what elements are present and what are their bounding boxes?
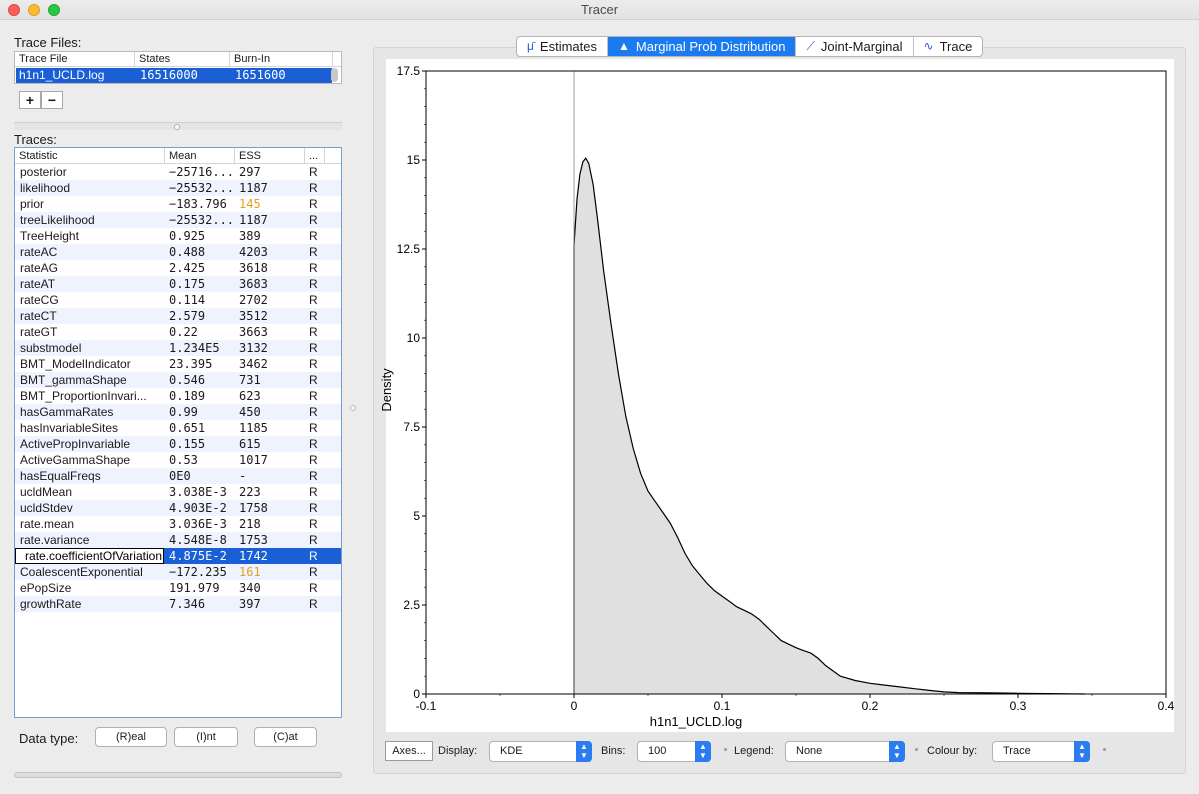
chevron-updown-icon: ▲ ▼ bbox=[695, 741, 711, 762]
bins-select[interactable]: 100 ▲ ▼ bbox=[637, 741, 711, 762]
y-tick-label: 7.5 bbox=[403, 420, 420, 434]
separator-dot bbox=[915, 748, 918, 751]
plot-frame bbox=[425, 70, 1167, 695]
x-axis-label: h1n1_UCLD.log bbox=[650, 714, 743, 729]
colour-by-label: Colour by: bbox=[927, 745, 978, 757]
chevron-updown-icon: ▲ ▼ bbox=[576, 741, 592, 762]
chevron-updown-icon: ▲ ▼ bbox=[889, 741, 905, 762]
legend-label: Legend: bbox=[734, 745, 774, 757]
y-axis-label: Density bbox=[379, 368, 394, 412]
y-tick-label: 2.5 bbox=[403, 598, 420, 612]
separator-dot bbox=[724, 748, 727, 751]
colour-by-select[interactable]: Trace ▲ ▼ bbox=[992, 741, 1090, 762]
y-tick-label: 17.5 bbox=[397, 64, 421, 78]
y-tick-label: 12.5 bbox=[397, 242, 421, 256]
legend-select[interactable]: None ▲ ▼ bbox=[785, 741, 905, 762]
x-tick-label: -0.1 bbox=[416, 699, 437, 713]
x-tick-label: 0.4 bbox=[1158, 699, 1175, 713]
x-tick-label: 0.2 bbox=[862, 699, 879, 713]
x-tick-label: 0.3 bbox=[1010, 699, 1027, 713]
chevron-updown-icon: ▲ ▼ bbox=[1074, 741, 1090, 762]
y-tick-label: 10 bbox=[407, 331, 421, 345]
separator-dot bbox=[1103, 748, 1106, 751]
x-tick-label: 0.1 bbox=[714, 699, 731, 713]
bins-label: Bins: bbox=[601, 745, 626, 757]
y-tick-label: 15 bbox=[407, 153, 421, 167]
density-fill bbox=[574, 158, 1085, 694]
x-tick-label: 0 bbox=[571, 699, 578, 713]
display-label: Display: bbox=[438, 745, 478, 757]
density-chart[interactable]: 02.557.51012.51517.5-0.1 0 0.1 0.2 0.3 0.4h1n… bbox=[0, 0, 1199, 794]
axes-button[interactable]: Axes... bbox=[385, 741, 433, 761]
display-select[interactable]: KDE ▲ ▼ bbox=[489, 741, 592, 762]
y-tick-label: 5 bbox=[413, 509, 420, 523]
